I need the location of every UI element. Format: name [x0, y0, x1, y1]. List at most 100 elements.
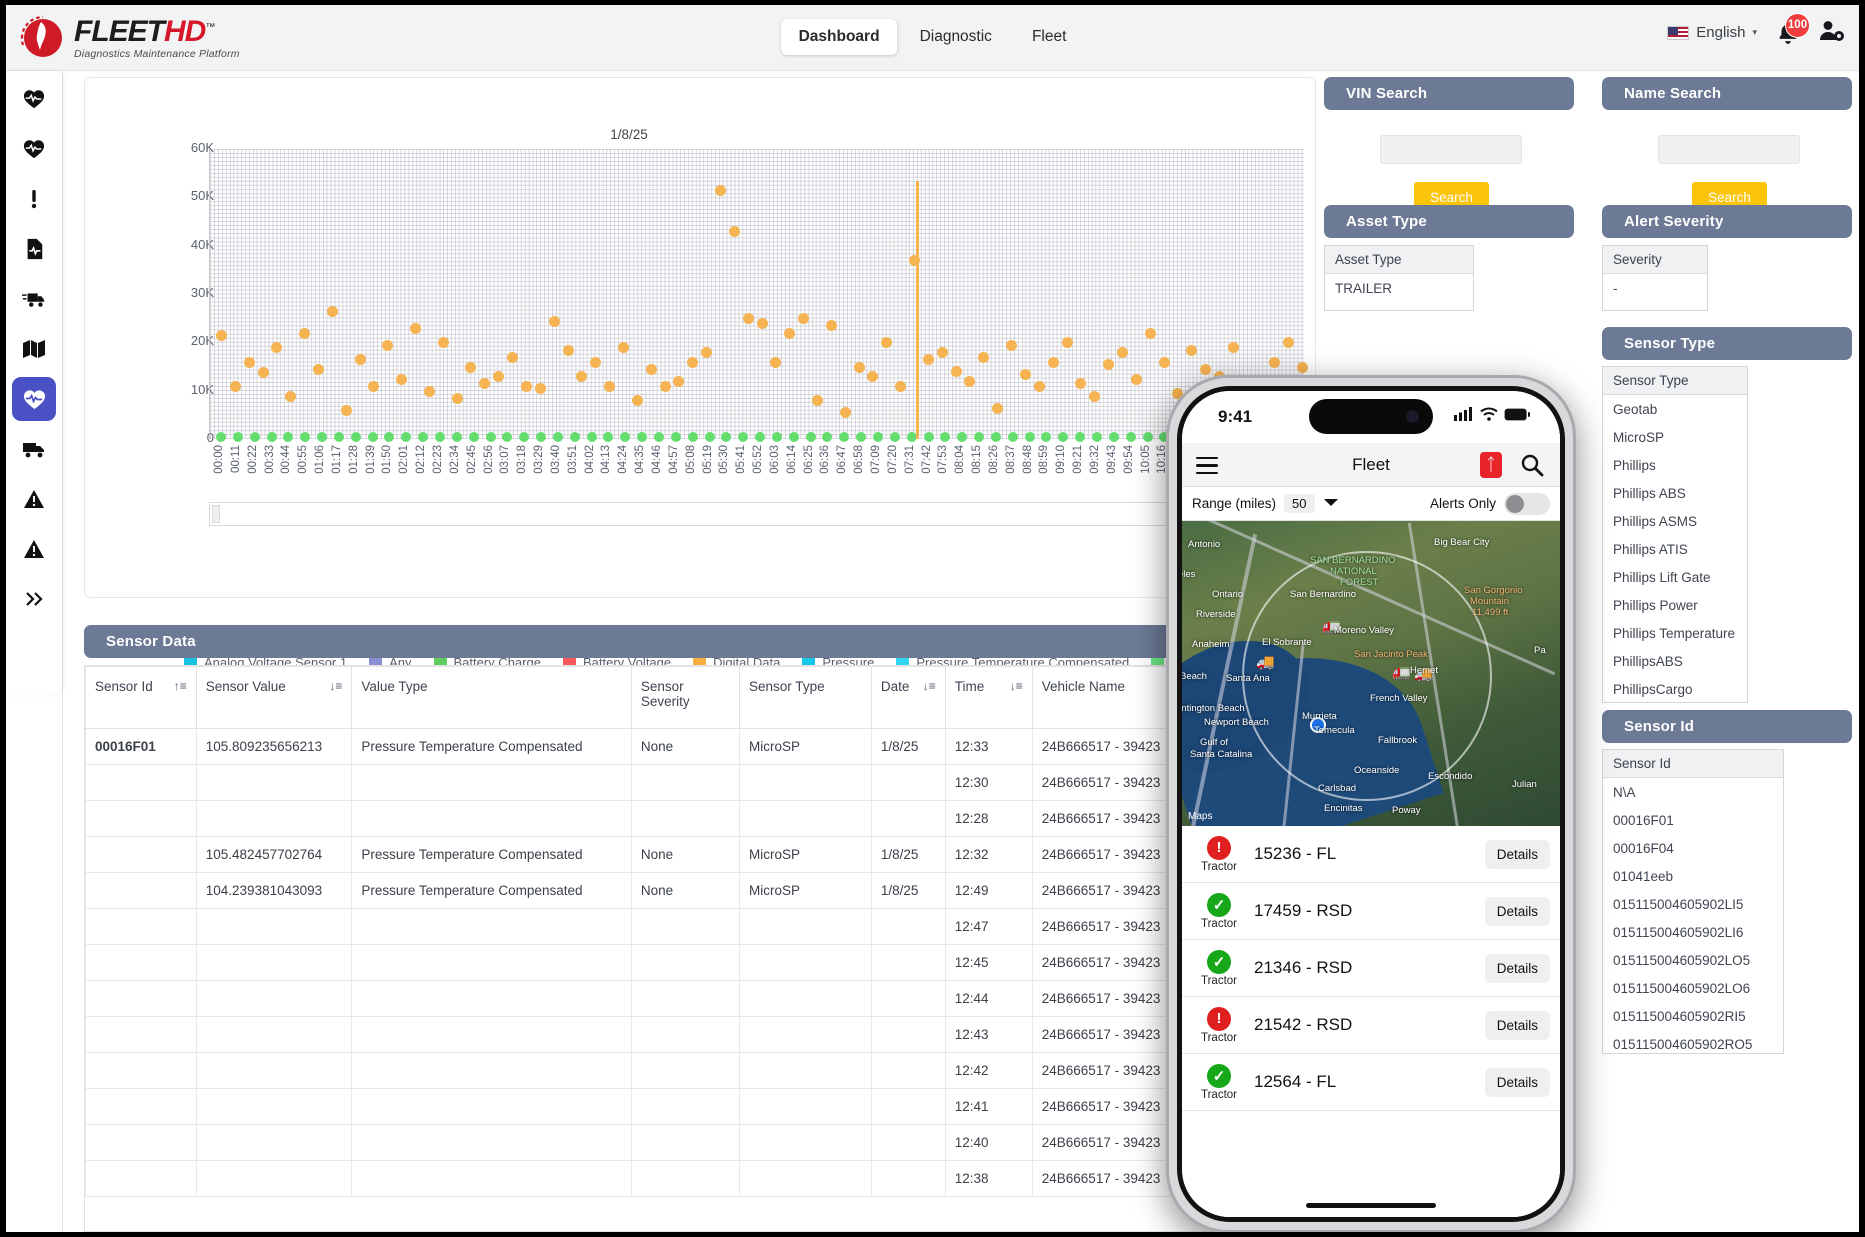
bluetooth-icon[interactable]: ᛏ	[1480, 452, 1502, 478]
sidebar-item-heartbeat-1[interactable]	[12, 77, 56, 121]
details-button[interactable]: Details	[1484, 896, 1550, 926]
sensor-id-option[interactable]: 015115004605902LO5	[1603, 946, 1783, 974]
alert-severity-list[interactable]: Severity-None	[1602, 245, 1708, 311]
sensor-id-option[interactable]: 00016F01	[1603, 806, 1783, 834]
chart-x-tick: 06:14	[785, 445, 798, 474]
details-button[interactable]: Details	[1484, 1010, 1550, 1040]
chart-point	[266, 432, 277, 443]
sidebar-item-truck[interactable]	[12, 427, 56, 471]
tab-dashboard[interactable]: Dashboard	[780, 19, 898, 55]
sensor-id-option[interactable]: 015115004605902LI5	[1603, 890, 1783, 918]
chart-point	[1200, 363, 1212, 375]
sensor-id-option[interactable]: 015115004605902RO5	[1603, 1030, 1783, 1053]
table-column-header[interactable]: Sensor Type	[739, 666, 872, 729]
map-place-label: Anaheim	[1192, 639, 1230, 650]
sort-icon[interactable]: ↓≡	[1010, 679, 1023, 693]
sensor-type-option[interactable]: Phillips Temperature	[1603, 619, 1747, 647]
sensor-type-option[interactable]: PhillipsCargo	[1603, 675, 1747, 702]
sensor-type-option[interactable]: Phillips ABS	[1603, 479, 1747, 507]
fleet-list-item[interactable]: ! Tractor 21542 - RSD Details	[1182, 997, 1560, 1054]
tab-diagnostic[interactable]: Diagnostic	[902, 19, 1010, 55]
sensor-type-option[interactable]: Phillips Power	[1603, 591, 1747, 619]
sidebar-item-sensor-health[interactable]	[12, 377, 56, 421]
vin-search-input[interactable]	[1380, 135, 1522, 164]
chevron-down-icon[interactable]	[1323, 496, 1339, 511]
sort-icon[interactable]: ↑≡	[174, 679, 187, 693]
sidebar-item-alert-exclamation[interactable]	[12, 177, 56, 221]
table-cell-sensor-id	[85, 1088, 197, 1125]
asset-type-option[interactable]: TRUCK	[1325, 302, 1473, 311]
chart-range-scrollbar[interactable]	[209, 502, 1304, 526]
sensor-type-option[interactable]: Phillips Lift Gate	[1603, 563, 1747, 591]
sidebar-item-warning-1[interactable]	[12, 477, 56, 521]
table-column-header[interactable]: Value Type	[351, 666, 632, 729]
table-column-header[interactable]: Time ↓≡	[944, 666, 1033, 729]
chart-point	[350, 432, 361, 443]
sensor-type-list[interactable]: Sensor Type Geotab MicroSP Phillips Phillips…	[1602, 366, 1748, 703]
alert-severity-option[interactable]: None	[1603, 302, 1707, 311]
sensor-id-option[interactable]: 015115004605902LO6	[1603, 974, 1783, 1002]
sidebar-item-truck-fast[interactable]	[12, 277, 56, 321]
alert-severity-option[interactable]: -	[1603, 274, 1707, 302]
chart-point	[798, 313, 810, 325]
sensor-type-option[interactable]: Geotab	[1603, 395, 1747, 423]
fleet-list-item[interactable]: ✓ Tractor 17459 - RSD Details	[1182, 883, 1560, 940]
sensor-id-option[interactable]: 015115004605902LI6	[1603, 918, 1783, 946]
details-button[interactable]: Details	[1484, 839, 1550, 869]
table-column-header[interactable]: Sensor Severity	[630, 666, 741, 729]
sensor-id-option[interactable]: 015115004605902RI5	[1603, 1002, 1783, 1030]
sidebar-expand-button[interactable]	[12, 577, 56, 621]
sort-icon[interactable]: ↓≡	[923, 679, 936, 693]
map-truck-marker-pair[interactable]: 🚛	[1392, 663, 1411, 681]
name-search-input[interactable]	[1658, 135, 1800, 164]
details-button[interactable]: Details	[1484, 1067, 1550, 1097]
sensor-id-option[interactable]: 01041eeb	[1603, 862, 1783, 890]
sidebar-item-warning-2[interactable]	[12, 527, 56, 571]
chart-point	[1125, 432, 1136, 443]
fleet-list-item[interactable]: ✓ Tractor 12564 - FL Details	[1182, 1054, 1560, 1111]
asset-type-list[interactable]: Asset TypeTRAILERTRUCK	[1324, 245, 1474, 311]
chart-x-tick: 04:46	[651, 445, 663, 474]
range-handle-left[interactable]	[212, 505, 220, 523]
fleet-status-cell: ✓ Tractor	[1192, 892, 1246, 930]
table-column-header[interactable]: Vehicle Name	[1031, 666, 1189, 729]
sensor-type-option[interactable]: Phillips ASMS	[1603, 507, 1747, 535]
range-value[interactable]: 50	[1284, 494, 1315, 513]
alerts-only-toggle[interactable]	[1504, 492, 1550, 515]
table-row: 00016F01 105.809235656213 Pressure Tempera…	[85, 728, 1315, 765]
phone-fleet-map[interactable]: 🚛 🚚 🚛 🚚 Antonio Big Bear City SAN BERNARDI…	[1182, 521, 1560, 826]
sensor-data-table-wrap[interactable]: Sensor Id ↑≡ Sensor Value ↓≡ Value Type Senso…	[84, 665, 1316, 1232]
notifications-button[interactable]: 100	[1775, 12, 1810, 46]
vehicle-type-label: Tractor	[1201, 917, 1237, 930]
exclamation-icon	[31, 190, 37, 209]
brand-logo[interactable]: FLEETHD™ Diagnostics Maintenance Platfor…	[14, 11, 240, 65]
sensor-type-option[interactable]: Phillips ATIS	[1603, 535, 1747, 563]
hamburger-menu-icon[interactable]	[1196, 457, 1218, 479]
tab-fleet[interactable]: Fleet	[1014, 19, 1084, 55]
user-settings-button[interactable]	[1819, 19, 1845, 46]
map-truck-marker-red[interactable]: 🚚	[1256, 653, 1275, 671]
table-column-header[interactable]: Sensor Id ↑≡	[85, 666, 197, 729]
sort-icon[interactable]: ↓≡	[329, 679, 342, 693]
language-selector[interactable]: English ▾	[1667, 24, 1757, 41]
fleet-list-item[interactable]: ! Tractor 15236 - FL Details	[1182, 826, 1560, 883]
map-place-label: Escondido	[1428, 771, 1473, 782]
sensor-id-list[interactable]: Sensor Id N\A 00016F01 00016F04 01041eeb 0151…	[1602, 749, 1784, 1054]
sidebar-item-heartbeat-2[interactable]	[12, 127, 56, 171]
table-column-header[interactable]: Date ↓≡	[870, 666, 946, 729]
fleet-list-item[interactable]: ✓ Tractor 21346 - RSD Details	[1182, 940, 1560, 997]
map-place-label: Fallbrook	[1378, 735, 1418, 746]
sensor-type-option[interactable]: PhillipsABS	[1603, 647, 1747, 675]
table-cell-value-type: Pressure Temperature Compensated	[351, 728, 632, 765]
sensor-id-option[interactable]: N\A	[1603, 778, 1783, 806]
sidebar-item-map[interactable]	[12, 327, 56, 371]
asset-type-option[interactable]: TRAILER	[1325, 274, 1473, 302]
search-icon[interactable]	[1520, 453, 1544, 480]
sidebar-item-report-file[interactable]	[12, 227, 56, 271]
sensor-type-option[interactable]: Phillips	[1603, 451, 1747, 479]
table-column-header[interactable]: Sensor Value ↓≡	[195, 666, 353, 729]
map-icon	[23, 340, 45, 358]
details-button[interactable]: Details	[1484, 953, 1550, 983]
sensor-type-option[interactable]: MicroSP	[1603, 423, 1747, 451]
sensor-id-option[interactable]: 00016F04	[1603, 834, 1783, 862]
